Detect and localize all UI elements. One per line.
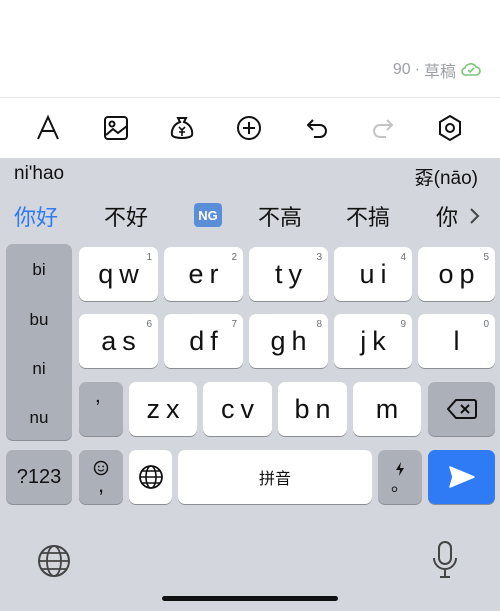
image-icon[interactable] [98, 110, 134, 146]
key-as[interactable]: as 6 [79, 314, 158, 368]
character-lookup[interactable]: 孬(nāo) [415, 163, 478, 190]
candidate-item[interactable]: 你 [436, 200, 458, 232]
period-key[interactable]: 。 [378, 450, 422, 504]
candidate-selected[interactable]: 你好 [14, 200, 58, 232]
globe-icon [138, 465, 163, 489]
candidate-ng-emoji[interactable]: NG [194, 203, 222, 227]
backspace-key[interactable] [428, 382, 495, 436]
editor-area[interactable]: 90 · 草稿 [0, 0, 500, 97]
key-gh[interactable]: gh 8 [249, 314, 328, 368]
pinyin-composition: ni'hao [14, 163, 65, 184]
microphone-icon[interactable] [430, 540, 460, 580]
send-icon [448, 466, 475, 488]
key-ty[interactable]: ty 3 [249, 247, 328, 301]
side-item[interactable]: bu [6, 310, 72, 330]
cloud-check-icon [461, 63, 481, 76]
undo-icon[interactable] [299, 110, 335, 146]
redo-icon[interactable] [365, 110, 401, 146]
candidate-item[interactable]: 不高 [258, 200, 302, 232]
draft-status: 90 · 草稿 [393, 58, 482, 82]
key-apostrophe[interactable]: ʼ [79, 382, 123, 436]
space-key[interactable]: 拼音 [178, 450, 372, 504]
globe-switch-icon[interactable] [36, 543, 72, 579]
chevron-right-icon[interactable] [468, 207, 482, 225]
backspace-icon [446, 399, 477, 419]
key-ui[interactable]: ui 4 [334, 247, 412, 301]
candidate-item[interactable]: 不好 [104, 200, 148, 232]
text-format-icon[interactable] [30, 110, 66, 146]
globe-key[interactable] [129, 450, 172, 504]
send-key[interactable] [428, 450, 495, 504]
key-m[interactable]: m [353, 382, 421, 436]
draft-label: 草稿 [423, 64, 456, 81]
key-df[interactable]: df 7 [164, 314, 243, 368]
key-er[interactable]: er 2 [164, 247, 243, 301]
pinyin-side-column[interactable]: bi bu ni nu [6, 244, 72, 440]
emoji-comma-key[interactable]: , [79, 450, 123, 504]
candidate-item[interactable]: 不搞 [346, 200, 390, 232]
key-zx[interactable]: zx [129, 382, 197, 436]
key-qw[interactable]: qw 1 [79, 247, 158, 301]
numbers-key[interactable]: ?123 [6, 450, 72, 504]
add-circle-icon[interactable] [231, 110, 267, 146]
settings-icon[interactable] [432, 110, 468, 146]
side-item[interactable]: ni [6, 359, 72, 379]
key-bn[interactable]: bn [278, 382, 347, 436]
key-jk[interactable]: jk 9 [334, 314, 412, 368]
money-bag-icon[interactable] [164, 110, 200, 146]
home-indicator [162, 596, 338, 601]
key-op[interactable]: op 5 [418, 247, 495, 301]
separator: · [414, 61, 420, 78]
key-cv[interactable]: cv [203, 382, 272, 436]
word-count: 90 [392, 61, 411, 78]
side-item[interactable]: nu [6, 408, 72, 428]
side-item[interactable]: bi [6, 260, 72, 280]
key-l[interactable]: l0 [418, 314, 495, 368]
format-toolbar [0, 97, 500, 158]
